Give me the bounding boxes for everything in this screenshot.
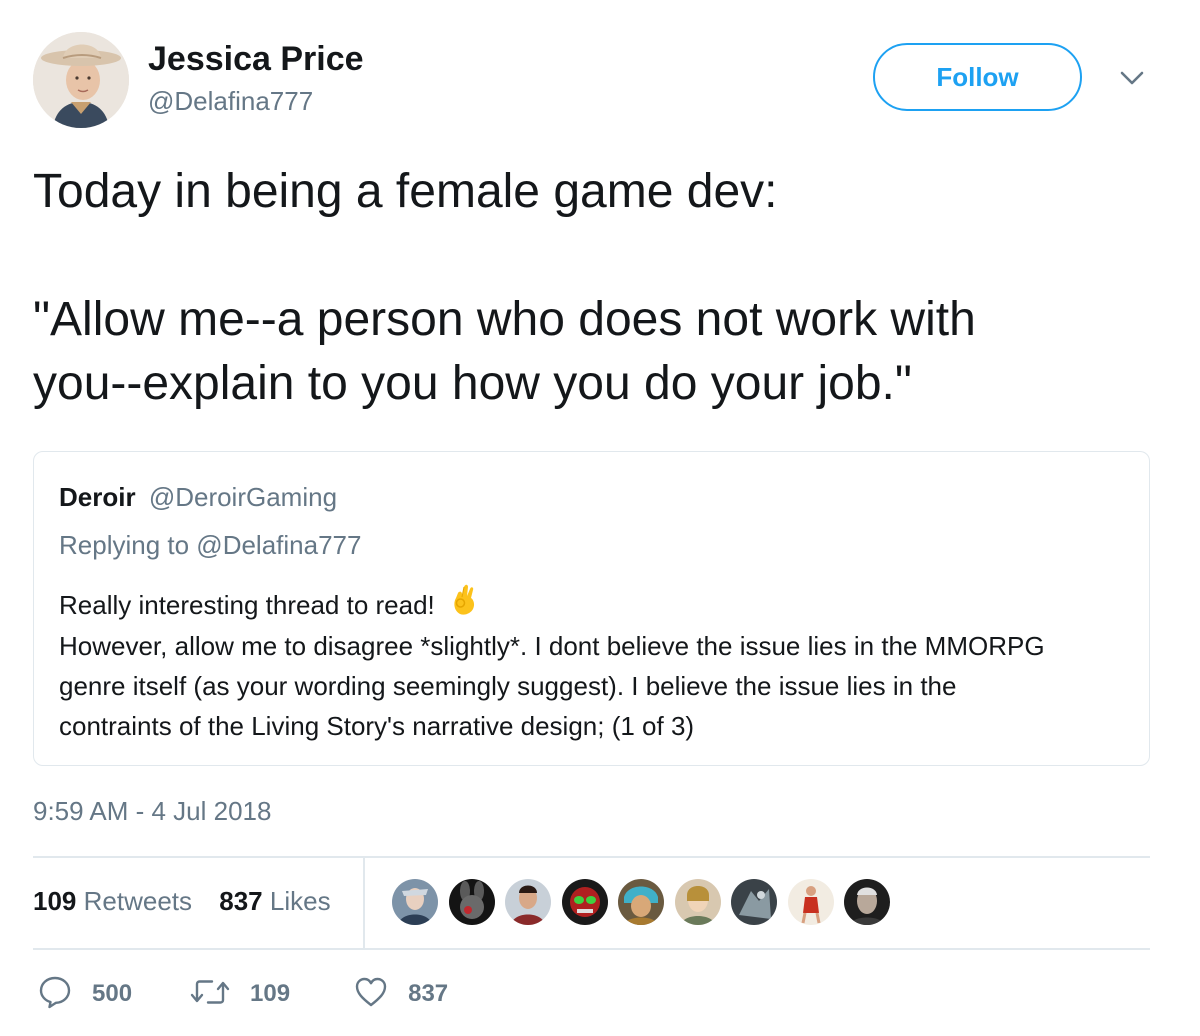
quoted-author-name: Deroir [59, 482, 136, 512]
liker-avatar[interactable] [842, 877, 892, 927]
reply-action[interactable]: 500 [38, 975, 132, 1014]
quoted-line: contraints of the Living Story's narrati… [59, 710, 695, 741]
like-action[interactable]: 837 [354, 976, 448, 1013]
likes-label: Likes [269, 886, 331, 916]
retweet-action[interactable]: 109 [190, 976, 290, 1013]
tweet-line: you--explain to you how you do your job.… [33, 357, 912, 410]
quoted-tweet-header: Deroir @DeroirGaming [59, 482, 337, 513]
retweet-icon[interactable] [190, 976, 230, 1013]
follow-button[interactable]: Follow [873, 43, 1082, 111]
tweet-line: Today in being a female game dev: [33, 165, 778, 218]
liker-avatar[interactable] [446, 877, 497, 927]
tweet-line: "Allow me--a person who does not work wi… [33, 293, 976, 346]
heart-icon[interactable] [354, 976, 388, 1013]
liker-avatar[interactable] [559, 877, 610, 927]
liker-avatar[interactable] [390, 877, 440, 927]
quoted-line: Really interesting thread to read! [59, 584, 1139, 626]
liker-avatar[interactable] [503, 877, 553, 927]
quoted-line: genre itself (as your wording seemingly … [59, 670, 957, 701]
ok-hand-emoji-icon [450, 581, 480, 626]
reply-count: 500 [92, 980, 133, 1007]
quoted-author-handle: @DeroirGaming [148, 482, 338, 512]
liker-avatars [390, 877, 899, 927]
replying-to: Replying to @Delafina777 [59, 530, 362, 560]
retweet-count: 109 [250, 980, 291, 1007]
liker-avatar[interactable] [785, 877, 836, 927]
quoted-tweet-body: Really interesting thread to read! Howev… [59, 584, 1139, 746]
author-avatar[interactable] [33, 32, 129, 128]
tweet-stats: 109 Retweets 837 Likes [33, 886, 331, 917]
likes-stat[interactable]: 837 Likes [219, 886, 330, 916]
divider [33, 948, 1150, 950]
chevron-down-icon[interactable] [1116, 64, 1148, 92]
author-handle[interactable]: @Delafina777 [148, 86, 313, 117]
vertical-divider [363, 857, 365, 948]
quoted-line-text: Really interesting thread to read! [59, 590, 435, 620]
retweets-stat[interactable]: 109 Retweets [33, 886, 199, 916]
retweets-count: 109 [33, 886, 77, 916]
quoted-line: However, allow me to disagree *slightly*… [59, 630, 1045, 661]
divider [33, 856, 1150, 858]
liker-avatar[interactable] [616, 877, 666, 927]
tweet-timestamp[interactable]: 9:59 AM - 4 Jul 2018 [33, 796, 271, 827]
likes-count: 837 [219, 886, 263, 916]
reply-icon[interactable] [38, 975, 72, 1014]
quoted-tweet[interactable]: Deroir @DeroirGaming Replying to @Delafi… [33, 451, 1150, 766]
retweets-label: Retweets [83, 886, 193, 916]
liker-avatar[interactable] [672, 877, 723, 927]
like-count: 837 [408, 980, 449, 1007]
tweet-text: Today in being a female game dev: "Allow… [33, 160, 1173, 416]
author-display-name[interactable]: Jessica Price [148, 40, 364, 79]
action-bar: 500 109 837 [38, 974, 448, 1014]
liker-avatar[interactable] [729, 877, 779, 927]
